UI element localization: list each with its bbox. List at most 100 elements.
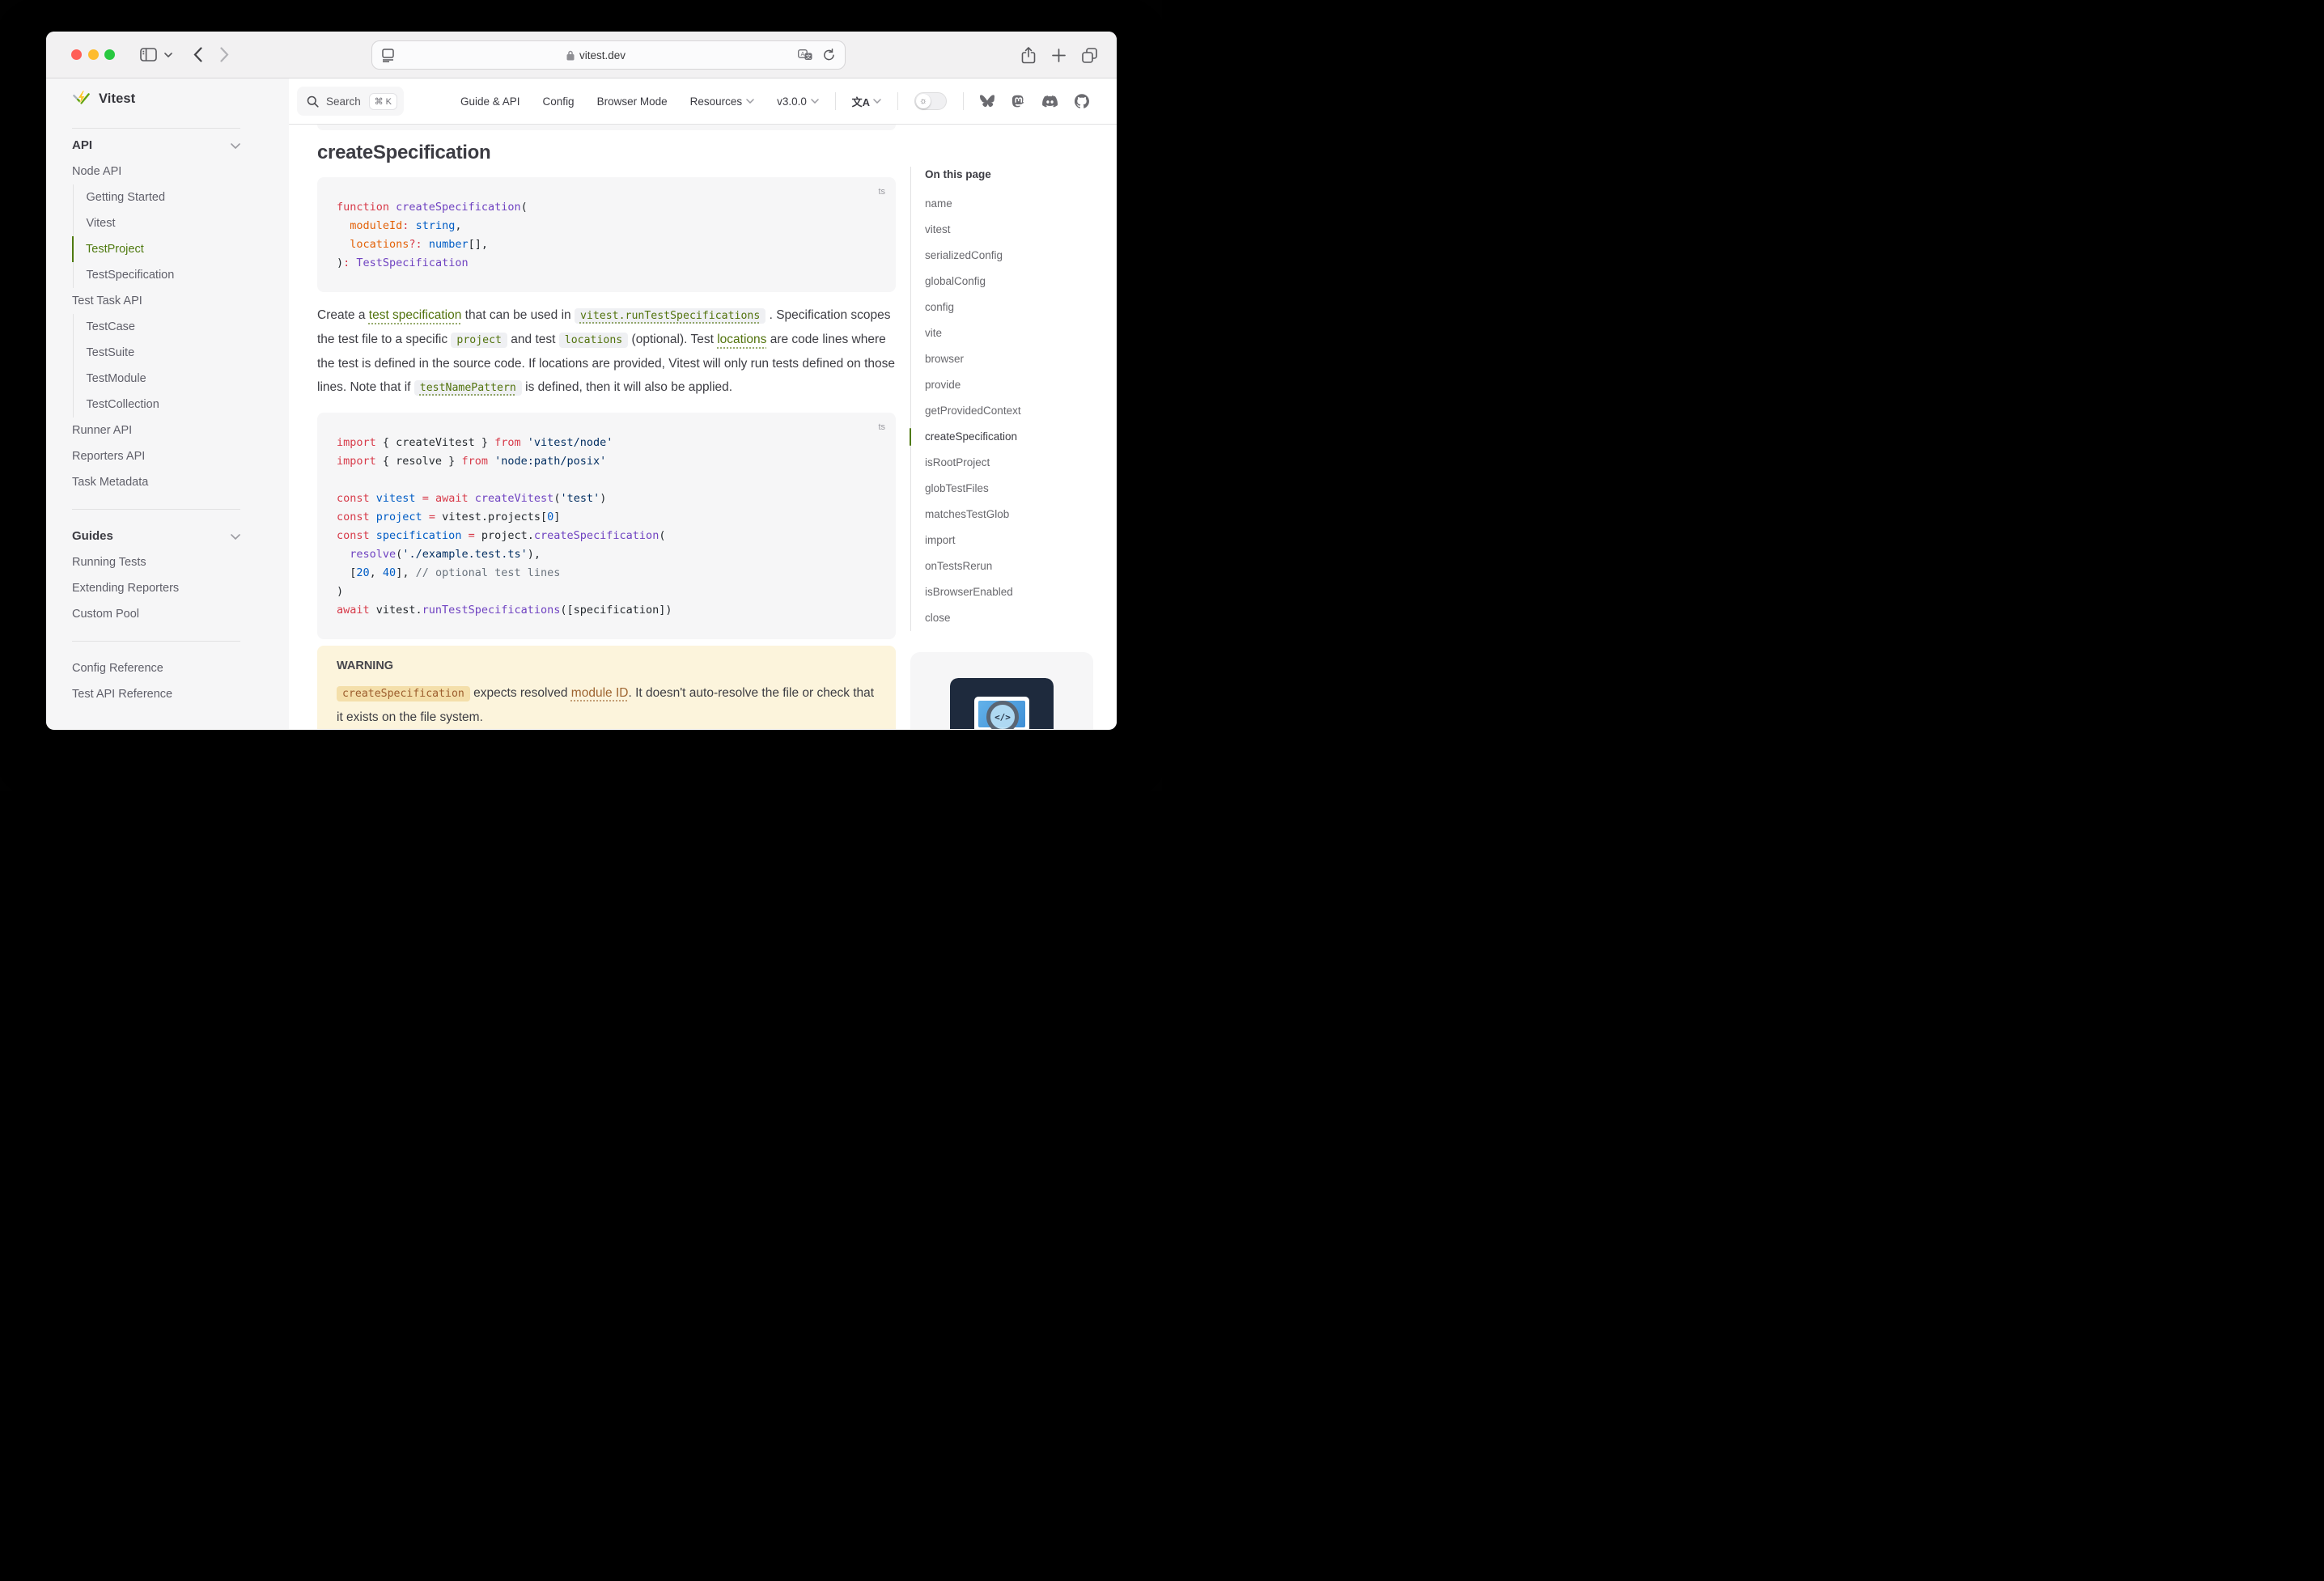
sidebar-item[interactable]: TestModule — [73, 366, 241, 392]
outline-link-label: close — [925, 612, 951, 624]
sidebar-item[interactable]: TestSuite — [73, 340, 241, 366]
new-tab-icon[interactable] — [1052, 49, 1066, 62]
language-switcher[interactable]: 文A — [852, 94, 881, 109]
sidebar-item[interactable]: TestCase — [73, 314, 241, 340]
translate-page-icon[interactable]: A 文 — [798, 49, 812, 61]
outline-link[interactable]: globalConfig — [925, 269, 1113, 295]
sun-icon: ☼ — [916, 94, 931, 108]
nav-link[interactable]: v3.0.0 — [777, 95, 819, 108]
github-icon[interactable] — [1075, 94, 1089, 108]
sidebar-item-label: Test API Reference — [72, 681, 172, 707]
bluesky-icon[interactable] — [980, 95, 994, 108]
sidebar-item[interactable]: Reporters API — [72, 443, 240, 469]
theme-toggle[interactable]: ☼ — [914, 92, 947, 110]
outline-link[interactable]: config — [925, 295, 1113, 320]
outline-link-label: config — [925, 301, 954, 313]
outline-link[interactable]: vite — [925, 320, 1113, 346]
social-links — [980, 94, 1089, 108]
outline-link[interactable]: serializedConfig — [925, 243, 1113, 269]
code-link[interactable]: testNamePattern — [414, 380, 522, 396]
sidebar-item[interactable]: Extending Reporters — [72, 575, 240, 601]
nav-link[interactable]: Browser Mode — [597, 95, 668, 108]
zoom-window-button[interactable] — [104, 49, 115, 60]
outline-link[interactable]: onTestsRerun — [925, 553, 1113, 579]
outline-link[interactable]: createSpecification — [925, 424, 1113, 450]
reader-view-icon[interactable] — [382, 49, 394, 62]
sidebar-item[interactable]: Getting Started — [73, 184, 241, 210]
text-link[interactable]: test specification — [369, 308, 462, 322]
outline-link[interactable]: globTestFiles — [925, 476, 1113, 502]
back-button[interactable] — [193, 47, 202, 62]
url-display: vitest.dev — [394, 49, 798, 61]
outline-link[interactable]: browser — [925, 346, 1113, 372]
description-paragraph: Create a test specification that can be … — [317, 303, 896, 400]
sidebar-item[interactable]: Test API Reference — [72, 681, 240, 707]
toggle-sidebar-icon[interactable] — [140, 48, 157, 61]
tab-overview-icon[interactable] — [1082, 48, 1097, 63]
sidebar-item[interactable]: Vitest — [73, 210, 241, 236]
code-block-example: ts import { createVitest } from 'vitest/… — [317, 413, 896, 639]
sidebar-item[interactable]: Running Tests — [72, 549, 240, 575]
outline-link[interactable]: close — [925, 605, 1113, 631]
nav-link-label: Config — [543, 95, 575, 108]
inline-code: project — [451, 333, 507, 348]
sidebar-item[interactable]: Test Task API — [72, 288, 240, 314]
outline-link[interactable]: name — [925, 191, 1113, 217]
site-logo[interactable]: Vitest — [72, 88, 240, 109]
sidebar-item[interactable]: Config Reference — [72, 655, 240, 681]
outline-link[interactable]: import — [925, 528, 1113, 553]
code-link[interactable]: vitest.runTestSpecifications — [575, 308, 765, 324]
nav-link[interactable]: Guide & API — [460, 95, 520, 108]
page-content[interactable]: createSpecification ts function createSp… — [289, 125, 1117, 729]
reload-icon[interactable] — [823, 49, 835, 61]
sidebar-item-label: Extending Reporters — [72, 575, 179, 601]
lock-icon — [566, 50, 575, 61]
close-window-button[interactable] — [71, 49, 82, 60]
sidebar-item[interactable]: TestSpecification — [73, 262, 241, 288]
vitest-logo-icon — [72, 90, 91, 108]
outline-link[interactable]: matchesTestGlob — [925, 502, 1113, 528]
sponsor-card[interactable]: </> — [910, 652, 1093, 729]
sidebar-menu-chevron-icon[interactable] — [164, 53, 172, 57]
svg-text:A: A — [801, 52, 805, 57]
outline-link[interactable]: provide — [925, 372, 1113, 398]
sidebar-item[interactable]: Runner API — [72, 418, 240, 443]
code-lines: function createSpecification( moduleId: … — [337, 198, 876, 273]
minimize-window-button[interactable] — [88, 49, 99, 60]
outline-link[interactable]: isRootProject — [925, 450, 1113, 476]
sidebar-item-label: API — [72, 133, 92, 159]
sidebar-item[interactable]: Node API — [72, 159, 240, 184]
share-icon[interactable] — [1021, 47, 1036, 64]
discord-icon[interactable] — [1042, 95, 1058, 108]
sidebar-item[interactable]: TestProject — [72, 236, 240, 262]
nav-link[interactable]: Resources — [690, 95, 755, 108]
outline-link[interactable]: getProvidedContext — [925, 398, 1113, 424]
forward-button[interactable] — [220, 47, 229, 62]
sidebar-item[interactable]: TestCollection — [73, 392, 241, 418]
browser-toolbar: vitest.dev A 文 — [46, 32, 1117, 78]
warning-title: WARNING — [337, 659, 876, 673]
text-link[interactable]: module ID — [571, 686, 629, 700]
sidebar-item-label: Guides — [72, 523, 113, 549]
outline-link-label: createSpecification — [925, 430, 1017, 443]
sidebar-item[interactable]: Custom Pool — [72, 601, 240, 627]
outline-link[interactable]: isBrowserEnabled — [925, 579, 1113, 605]
code-line: import { resolve } from 'node:path/posix… — [337, 452, 876, 471]
sidebar-item[interactable]: API — [72, 133, 240, 159]
url-text: vitest.dev — [579, 49, 626, 61]
text-link[interactable]: locations — [717, 333, 766, 346]
sidebar-item[interactable]: Guides — [72, 523, 240, 549]
sidebar-item[interactable]: Task Metadata — [72, 469, 240, 495]
previous-code-block-edge — [317, 125, 896, 130]
desktop-background: vitest.dev A 文 — [0, 0, 1162, 790]
outline-link[interactable]: vitest — [925, 217, 1113, 243]
outline-link-label: name — [925, 197, 952, 210]
search-button[interactable]: Search ⌘ K — [297, 87, 404, 116]
mastodon-icon[interactable] — [1011, 94, 1025, 108]
nav-link[interactable]: Config — [543, 95, 575, 108]
page-title: createSpecification — [317, 140, 896, 166]
code-language-badge: ts — [878, 183, 885, 201]
inline-code: createSpecification — [337, 686, 470, 701]
address-bar[interactable]: vitest.dev A 文 — [371, 40, 846, 70]
sidebar-item-label: TestCollection — [87, 392, 159, 418]
